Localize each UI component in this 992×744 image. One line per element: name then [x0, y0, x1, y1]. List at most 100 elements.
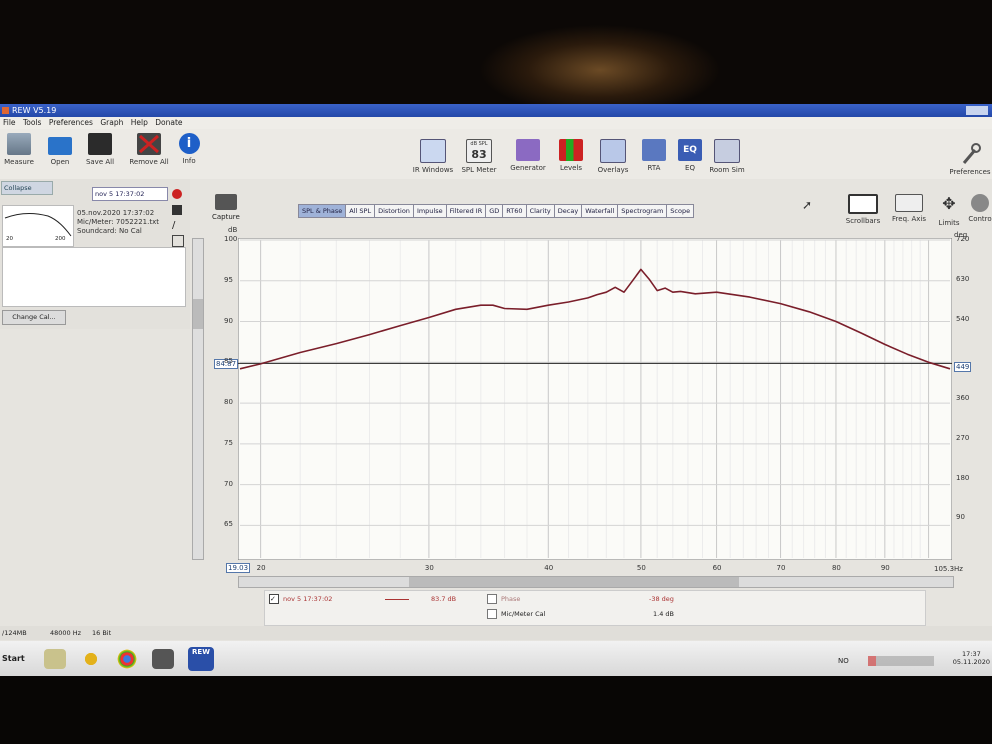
scrollbars-button[interactable]: Scrollbars [844, 194, 882, 225]
change-cal-button[interactable]: Change Cal... [2, 310, 66, 325]
spl-graph[interactable] [237, 237, 953, 561]
hscroll-thumb[interactable] [409, 577, 739, 587]
menu-help[interactable]: Help [131, 118, 148, 127]
menu-graph[interactable]: Graph [100, 118, 123, 127]
spl-meter-label: SPL Meter [461, 166, 497, 174]
y-tick-label: 70 [224, 479, 233, 488]
info-button[interactable]: i Info [178, 133, 200, 165]
room-sim-button[interactable]: Room Sim [708, 139, 746, 174]
freq-axis-button[interactable]: Freq. Axis [888, 194, 930, 223]
tab-filtered-ir[interactable]: Filtered IR [445, 204, 487, 218]
spl-chart-svg [237, 237, 953, 561]
rta-icon [642, 139, 666, 161]
save-measurement-icon[interactable] [172, 205, 182, 215]
tab-scope[interactable]: Scope [666, 204, 695, 218]
vscroll-thumb[interactable] [193, 299, 203, 329]
info-icon: i [178, 133, 200, 154]
thumb-x-end: 200 [55, 236, 66, 242]
info-small-icon[interactable] [172, 235, 184, 247]
clock[interactable]: 17:37 05.11.2020 [953, 650, 990, 666]
ir-windows-button[interactable]: IR Windows [412, 139, 454, 174]
language-indicator[interactable]: NO [838, 657, 849, 665]
y-tick-label: 85 [224, 357, 233, 366]
ir-windows-icon [420, 139, 446, 163]
tray-icons[interactable] [868, 656, 934, 666]
remove-all-button[interactable]: Remove All [128, 133, 170, 166]
spl-meter-button[interactable]: dB SPL 83 SPL Meter [460, 139, 498, 174]
horizontal-scrollbar[interactable] [238, 576, 954, 588]
tab-spectrogram[interactable]: Spectrogram [617, 204, 668, 218]
tab-rt60[interactable]: RT60 [502, 204, 527, 218]
y-tick-label: 100 [224, 235, 238, 243]
vertical-scrollbar[interactable] [192, 238, 204, 560]
y2-tick-label: 180 [956, 473, 970, 482]
rew-taskbar-icon[interactable]: REW [188, 647, 214, 671]
measurement-name-field[interactable]: nov 5 17:37:02 [92, 187, 168, 201]
overlays-label: Overlays [597, 166, 629, 174]
x-tick-label: 60 [712, 564, 722, 572]
tab-waterfall[interactable]: Waterfall [581, 204, 619, 218]
limits-button[interactable]: ✥ Limits [934, 194, 964, 227]
chrome-icon[interactable] [116, 649, 138, 669]
rta-button[interactable]: RTA [642, 139, 666, 172]
media-player-icon[interactable] [80, 649, 102, 669]
menu-preferences[interactable]: Preferences [49, 118, 93, 127]
save-all-button[interactable]: Save All [84, 133, 116, 166]
rew-window: REW V5.19 File Tools Preferences Graph H… [0, 104, 992, 676]
tab-spl-phase[interactable]: SPL & Phase [298, 204, 347, 218]
mic-cal-checkbox[interactable] [487, 609, 497, 619]
tab-decay[interactable]: Decay [553, 204, 583, 218]
legend-panel: ✓ nov 5 17:37:02 83.7 dB Phase -38 deg M… [264, 590, 926, 626]
controls-button[interactable]: Contro [968, 194, 992, 223]
start-button[interactable]: Start [0, 649, 30, 669]
close-measurement-icon[interactable] [172, 189, 182, 199]
open-button[interactable]: Open [46, 133, 74, 166]
generator-button[interactable]: Generator [508, 139, 548, 172]
limits-icon: ✥ [942, 194, 956, 213]
menu-donate[interactable]: Donate [155, 118, 182, 127]
edit-icon[interactable]: / [172, 221, 182, 231]
clock-date: 05.11.2020 [952, 658, 990, 666]
tab-all-spl[interactable]: All SPL [345, 204, 376, 218]
menu-tools[interactable]: Tools [23, 118, 41, 127]
x-tick-label: 40 [544, 564, 554, 572]
window-title: REW V5.19 [12, 106, 57, 115]
thumb-x-start: 20 [6, 236, 13, 242]
capture-label: Capture [212, 213, 240, 221]
eq-button[interactable]: EQ EQ [678, 139, 702, 172]
tab-distortion[interactable]: Distortion [374, 204, 414, 218]
preferences-button[interactable]: Preferences [948, 143, 992, 176]
measure-button[interactable]: Measure [4, 133, 34, 166]
save-icon [88, 133, 112, 155]
y2-tick-label: 360 [956, 394, 970, 402]
y-tick-label: 80 [224, 398, 233, 407]
y-axis-unit: dB [228, 226, 238, 234]
settings-app-icon[interactable] [44, 649, 66, 669]
measurement-panel: Collapse nov 5 17:37:02 / 20 200 05.nov.… [0, 179, 190, 329]
capture-button[interactable]: Capture [212, 194, 240, 221]
measurement-thumbnail[interactable]: 20 200 [2, 205, 74, 247]
phase-checkbox[interactable] [487, 594, 497, 604]
levels-button[interactable]: Levels [556, 139, 586, 172]
open-label: Open [50, 158, 70, 166]
app-icon [2, 107, 9, 114]
menu-file[interactable]: File [3, 118, 16, 127]
y2-tick-label: 630 [956, 274, 970, 283]
collapse-button[interactable]: Collapse [1, 181, 53, 195]
rew-taskbar-label: REW [192, 648, 210, 656]
window-controls[interactable] [966, 106, 988, 115]
generator-label: Generator [510, 164, 546, 172]
y2-tick-label: 720 [956, 235, 970, 243]
tab-impulse[interactable]: Impulse [412, 204, 447, 218]
overlays-button[interactable]: Overlays [596, 139, 630, 174]
tab-clarity[interactable]: Clarity [525, 204, 555, 218]
tab-gd[interactable]: GD [485, 204, 504, 218]
notes-area[interactable] [2, 247, 186, 307]
x-end-label: 105.3Hz [934, 565, 963, 573]
legend-name: nov 5 17:37:02 [283, 595, 333, 603]
generator-icon [516, 139, 540, 161]
app-icon-dogs[interactable] [152, 649, 174, 669]
folder-icon [48, 137, 72, 155]
legend-checkbox[interactable]: ✓ [269, 594, 279, 604]
phase-value: -38 deg [649, 595, 674, 603]
